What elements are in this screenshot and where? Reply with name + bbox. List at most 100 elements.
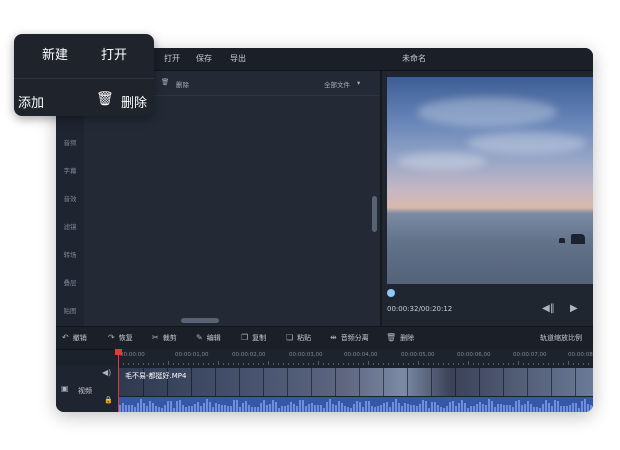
popup-delete[interactable]: 删除 <box>121 92 147 111</box>
waveform-bar <box>575 402 577 412</box>
ruler-tick <box>563 363 564 365</box>
waveform-bar <box>122 403 124 412</box>
audio-waveform-track[interactable] <box>119 397 593 412</box>
edit-button[interactable]: ✎ 编辑 <box>196 333 221 343</box>
ruler-tick <box>573 363 574 365</box>
waveform-bar <box>584 399 586 412</box>
waveform-bar <box>155 405 157 412</box>
ruler-tick <box>188 363 189 365</box>
ruler-tick <box>223 363 224 365</box>
media-delete-icon[interactable]: 🗑 <box>161 78 169 86</box>
ruler-tick <box>303 363 304 365</box>
category-sticker[interactable]: 贴图 <box>56 305 84 315</box>
category-overlay[interactable]: 叠层 <box>56 277 84 287</box>
ruler-tick-label: 00:00:02,00 <box>232 352 266 358</box>
waveform-bar <box>467 407 469 412</box>
redo-icon: ↷ <box>108 333 115 342</box>
crop-button[interactable]: ✂ 裁剪 <box>152 333 177 343</box>
ruler-tick <box>163 363 164 365</box>
ruler-tick <box>413 363 414 365</box>
ruler-tick <box>248 363 249 365</box>
timeline-delete-button[interactable]: 🗑 删除 <box>386 333 414 343</box>
waveform-bar <box>398 403 400 412</box>
popup-new[interactable]: 新建 <box>42 44 68 63</box>
playhead-handle[interactable] <box>115 349 122 355</box>
split-icon: ⇹ <box>330 333 337 342</box>
undo-button[interactable]: ↶ 撤销 <box>62 333 87 343</box>
video-clip[interactable]: 毛不易-都挺好.MP4 <box>119 368 593 396</box>
waveform-bar <box>581 401 583 412</box>
category-transition[interactable]: 转场 <box>56 249 84 259</box>
ruler-tick <box>538 363 539 365</box>
media-vertical-scrollbar[interactable] <box>372 196 377 232</box>
waveform-bar <box>254 407 256 412</box>
waveform-bar <box>563 406 565 412</box>
paste-button[interactable]: ❏ 粘贴 <box>286 333 311 343</box>
menu-export[interactable]: 导出 <box>230 53 246 64</box>
waveform-bar <box>443 407 445 412</box>
waveform-bar <box>518 399 520 412</box>
waveform-bar <box>326 401 328 412</box>
ruler-tick <box>373 363 374 365</box>
waveform-bar <box>275 402 277 412</box>
waveform-bar <box>428 407 430 412</box>
paste-label: 粘贴 <box>297 334 312 342</box>
copy-button[interactable]: ❐ 复制 <box>241 333 266 343</box>
speaker-icon[interactable]: ◀) <box>102 368 111 377</box>
waveform-bar <box>272 399 274 412</box>
waveform-bar <box>371 405 373 412</box>
ruler-tick <box>228 363 229 365</box>
category-sound-effect[interactable]: 音效 <box>56 193 84 203</box>
waveform-bar <box>323 407 325 412</box>
paste-icon: ❏ <box>286 333 294 342</box>
ruler-tick <box>548 363 549 365</box>
track-zoom-control[interactable]: 轨道缩放比例 <box>540 333 582 343</box>
waveform-bar <box>569 405 571 412</box>
audio-split-button[interactable]: ⇹ 音频分离 <box>330 333 369 343</box>
timeline-playhead[interactable] <box>118 349 119 412</box>
popup-open[interactable]: 打开 <box>101 44 127 63</box>
waveform-bar <box>146 405 148 412</box>
media-delete-button[interactable]: 删除 <box>176 79 189 89</box>
ruler-tick <box>378 363 379 365</box>
category-subtitle[interactable]: 字幕 <box>56 165 84 175</box>
ruler-tick <box>178 363 179 365</box>
waveform-bar <box>128 405 130 412</box>
ruler-tick <box>138 363 139 365</box>
ruler-tick <box>588 363 589 365</box>
ruler-tick <box>278 363 279 365</box>
ruler-tick <box>218 361 219 365</box>
media-horizontal-scrollbar[interactable] <box>181 318 219 323</box>
lock-icon[interactable]: 🔒 <box>104 396 113 404</box>
waveform-bar <box>560 406 562 412</box>
clip-frame-divider <box>383 368 384 396</box>
waveform-bar <box>329 399 331 412</box>
waveform-bar <box>290 402 292 412</box>
ruler-tick <box>133 363 134 365</box>
ruler-tick <box>458 363 459 365</box>
menu-open[interactable]: 打开 <box>164 53 180 64</box>
category-audio[interactable]: 音频 <box>56 137 84 147</box>
waveform-bar <box>314 404 316 412</box>
redo-button[interactable]: ↷ 恢复 <box>108 333 133 343</box>
play-icon[interactable]: ▶ <box>570 303 578 314</box>
ruler-tick <box>253 363 254 365</box>
waveform-bar <box>455 405 457 412</box>
step-back-icon[interactable]: ◀‖ <box>542 303 555 314</box>
waveform-bar <box>587 404 589 412</box>
ruler-tick <box>268 361 269 365</box>
popup-add[interactable]: 添加 <box>18 92 44 111</box>
waveform-bar <box>479 402 481 412</box>
waveform-bar <box>152 402 154 412</box>
waveform-bar <box>437 405 439 412</box>
timeline-ruler[interactable]: 00:00:00 00:00:01,00 00:00:02,00 00:00:0… <box>118 349 593 365</box>
playback-progress-knob[interactable] <box>387 289 395 297</box>
ruler-tick <box>273 363 274 365</box>
waveform-bar <box>389 406 391 412</box>
crop-label: 裁剪 <box>162 334 177 342</box>
file-filter-select[interactable]: 全部文件 <box>324 79 350 89</box>
category-filter[interactable]: 滤镜 <box>56 221 84 231</box>
menu-save[interactable]: 保存 <box>196 53 212 64</box>
waveform-bar <box>296 406 298 412</box>
chevron-down-icon[interactable]: ▾ <box>357 79 360 87</box>
